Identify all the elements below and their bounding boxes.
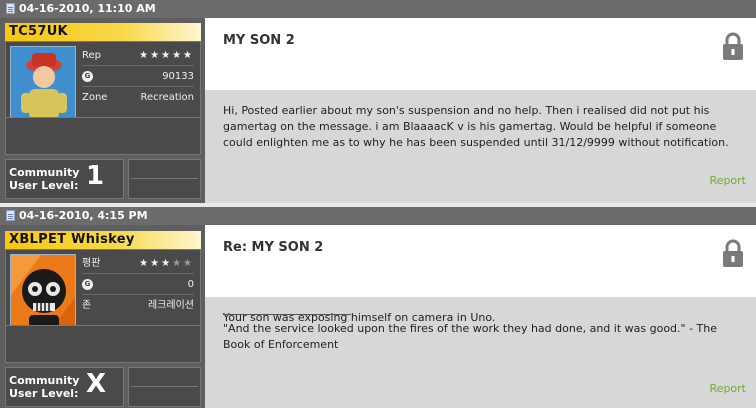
- level-side-panel: [128, 159, 201, 199]
- gamerscore: 0: [187, 279, 194, 290]
- post-date: 04-16-2010, 11:10 AM: [19, 2, 156, 15]
- gamerscore-row: G 0: [82, 275, 194, 295]
- user-level-value: 1: [86, 161, 105, 191]
- rep-row: Rep ★★★★★: [82, 46, 194, 66]
- rep-stars: ★★★★★: [139, 50, 194, 61]
- lock-icon: [723, 32, 743, 60]
- gamertag[interactable]: XBLPET Whiskey: [5, 231, 201, 249]
- gamerscore-icon: G: [82, 279, 93, 290]
- post-body: Hi, Posted earlier about my son's suspen…: [205, 90, 756, 203]
- post-title: MY SON 2: [223, 33, 295, 48]
- avatar[interactable]: [10, 254, 76, 334]
- avatar[interactable]: [10, 46, 76, 126]
- report-link[interactable]: Report: [710, 382, 746, 395]
- gamerscore-row: G 90133: [82, 67, 194, 87]
- blank-panel: [5, 325, 201, 363]
- user-level-label: User Level:: [9, 179, 79, 192]
- gamerscore-icon: G: [82, 71, 93, 82]
- rep-label: Rep: [82, 50, 101, 61]
- post-date: 04-16-2010, 4:15 PM: [19, 209, 148, 222]
- blank-panel: [5, 117, 201, 155]
- zone-label: Zone: [82, 92, 108, 103]
- user-sidebar: TC57UK Rep ★★★★★ G 90133 Zone Recreation…: [0, 18, 205, 203]
- community-level-box: Community User Level: 1: [5, 159, 124, 199]
- post-title: Re: MY SON 2: [223, 240, 324, 255]
- signature-text: "And the service looked upon the fires o…: [223, 322, 718, 351]
- document-icon: [6, 210, 15, 221]
- rep-stars: ★★★★★: [139, 258, 194, 269]
- user-level-value: X: [86, 369, 107, 399]
- post-date-bar: 04-16-2010, 11:10 AM: [0, 0, 756, 18]
- community-level-box: Community User Level: X: [5, 367, 124, 407]
- post-date-bar: 04-16-2010, 4:15 PM: [0, 207, 756, 225]
- rep-row: 평판 ★★★★★: [82, 254, 194, 274]
- gamerscore: 90133: [162, 71, 194, 82]
- user-level-label: User Level:: [9, 387, 79, 400]
- zone-value: 레크레이션: [148, 300, 194, 311]
- post-header: Re: MY SON 2: [205, 225, 756, 297]
- zone-row: Zone Recreation: [82, 88, 194, 108]
- lock-icon: [723, 239, 743, 267]
- post-body: Your son was exposing himself on camera …: [205, 297, 756, 408]
- community-label: Community: [9, 166, 80, 179]
- zone-label: 존: [82, 300, 92, 311]
- community-label: Community: [9, 374, 80, 387]
- rep-label: 평판: [82, 258, 101, 269]
- report-link[interactable]: Report: [710, 174, 746, 187]
- user-sidebar: XBLPET Whiskey 평판 ★★★★★ G 0 존 레크레이션 Comm…: [0, 225, 205, 408]
- avatar-image: [11, 255, 75, 333]
- zone-value: Recreation: [140, 92, 194, 103]
- signature-divider: [223, 314, 351, 315]
- gamertag[interactable]: TC57UK: [5, 23, 201, 41]
- document-icon: [6, 3, 15, 14]
- post-message: Hi, Posted earlier about my son's suspen…: [223, 104, 729, 149]
- avatar-image: [11, 47, 75, 125]
- post-header: MY SON 2: [205, 18, 756, 90]
- zone-row: 존 레크레이션: [82, 296, 194, 316]
- level-side-panel: [128, 367, 201, 407]
